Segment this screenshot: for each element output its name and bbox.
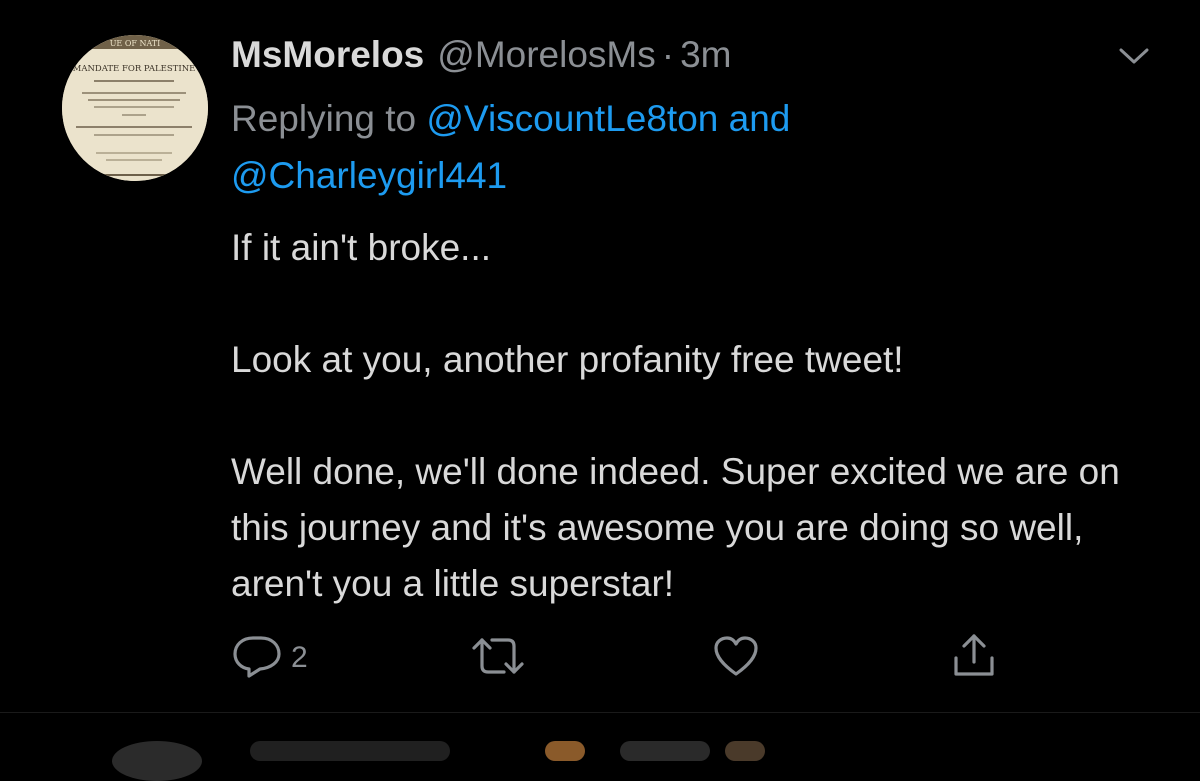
reply-count: 2 (291, 641, 308, 674)
retweet-button[interactable] (470, 628, 526, 688)
reply-icon (231, 634, 285, 683)
like-button[interactable] (712, 628, 760, 688)
tweet-actions: 2 (0, 628, 1200, 688)
replying-prefix: Replying to (231, 98, 417, 139)
emoji-placeholder (725, 741, 765, 761)
display-name[interactable]: MsMorelos (231, 34, 424, 76)
next-tweet-avatar (112, 741, 202, 781)
svg-text:UE OF NATI: UE OF NATI (110, 39, 161, 48)
tweet-text-line: Look at you, another profanity free twee… (231, 339, 904, 380)
reply-button[interactable]: 2 (231, 628, 308, 688)
next-tweet-preview (0, 712, 1200, 781)
tweet-header: MsMorelos @MorelosMs · 3m (231, 34, 731, 80)
next-tweet-name-placeholder (250, 741, 450, 761)
mention-link[interactable]: @Charleygirl441 (231, 155, 507, 196)
emoji-placeholder (620, 741, 710, 761)
share-icon (950, 632, 998, 685)
timestamp[interactable]: 3m (680, 34, 731, 76)
tweet[interactable]: UE OF NATI MANDATE FOR PALESTINE MsMorel… (0, 0, 1200, 712)
retweet-icon (470, 634, 526, 683)
replying-to: Replying to @ViscountLe8ton and @Charley… (231, 90, 1131, 204)
tweet-text-line: If it ain't broke... (231, 227, 492, 268)
avatar-document-image: UE OF NATI MANDATE FOR PALESTINE (62, 35, 208, 181)
tweet-body: If it ain't broke... Look at you, anothe… (231, 220, 1171, 612)
like-icon (712, 634, 760, 683)
separator: · (661, 34, 675, 75)
avatar[interactable]: UE OF NATI MANDATE FOR PALESTINE (62, 35, 208, 181)
tweet-text-line: Well done, we'll done indeed. Super exci… (231, 451, 1120, 604)
chevron-down-icon[interactable] (1117, 44, 1151, 68)
mention-link[interactable]: @ViscountLe8ton (426, 98, 718, 139)
user-handle[interactable]: @MorelosMs (437, 34, 655, 76)
emoji-placeholder (545, 741, 585, 761)
avatar-caption: MANDATE FOR PALESTINE (73, 64, 196, 74)
share-button[interactable] (950, 628, 998, 688)
replying-and[interactable]: and (729, 98, 791, 139)
